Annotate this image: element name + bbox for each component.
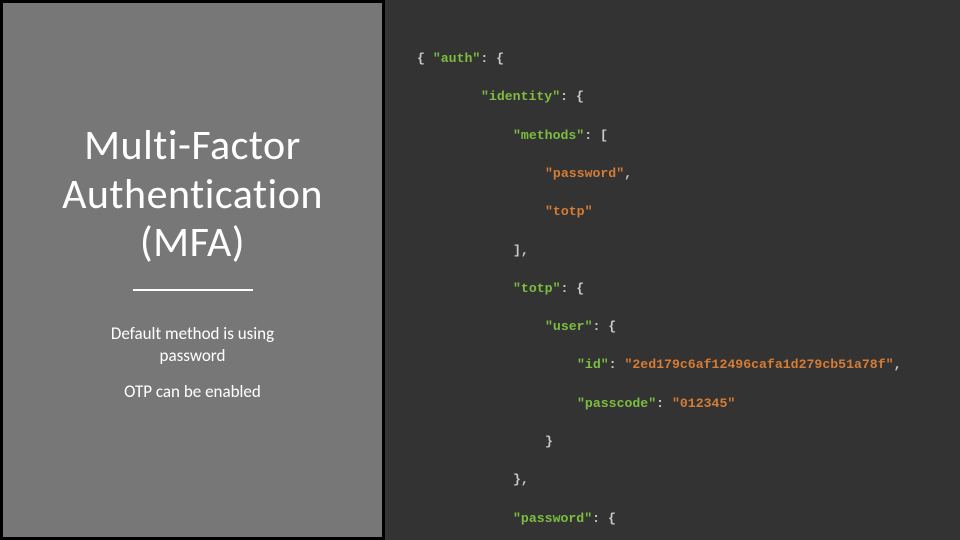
code-panel: { "auth": { "identity": { "methods": [ "… <box>385 0 960 540</box>
code-line: "password": { <box>393 509 952 528</box>
code-line: "methods": [ <box>393 126 952 145</box>
bullet-1-line-2: password <box>160 345 226 366</box>
code-line: "totp" <box>393 202 952 221</box>
title-line-3: (MFA) <box>140 217 245 268</box>
code-line: } <box>393 432 952 451</box>
bullet-1-line-1: Default method is using <box>111 323 274 344</box>
code-line: "id": "2ed179c6af12496cafa1d279cb51a78f"… <box>393 355 952 374</box>
title-underline <box>133 289 253 291</box>
title-line-1: Multi-Factor <box>84 120 301 171</box>
code-line: "totp": { <box>393 279 952 298</box>
code-line: "user": { <box>393 317 952 336</box>
code-line: ], <box>393 241 952 260</box>
title-line-2: Authentication <box>62 169 323 220</box>
bullet-1: Default method is using password <box>111 323 274 367</box>
slide-title: Multi-Factor Authentication (MFA) <box>62 122 323 267</box>
code-line: }, <box>393 470 952 489</box>
code-line: { "auth": { <box>393 49 952 68</box>
left-panel: Multi-Factor Authentication (MFA) Defaul… <box>0 0 385 540</box>
bullet-2: OTP can be enabled <box>124 381 261 403</box>
code-line: "password", <box>393 164 952 183</box>
code-line: "passcode": "012345" <box>393 394 952 413</box>
code-line: "identity": { <box>393 87 952 106</box>
